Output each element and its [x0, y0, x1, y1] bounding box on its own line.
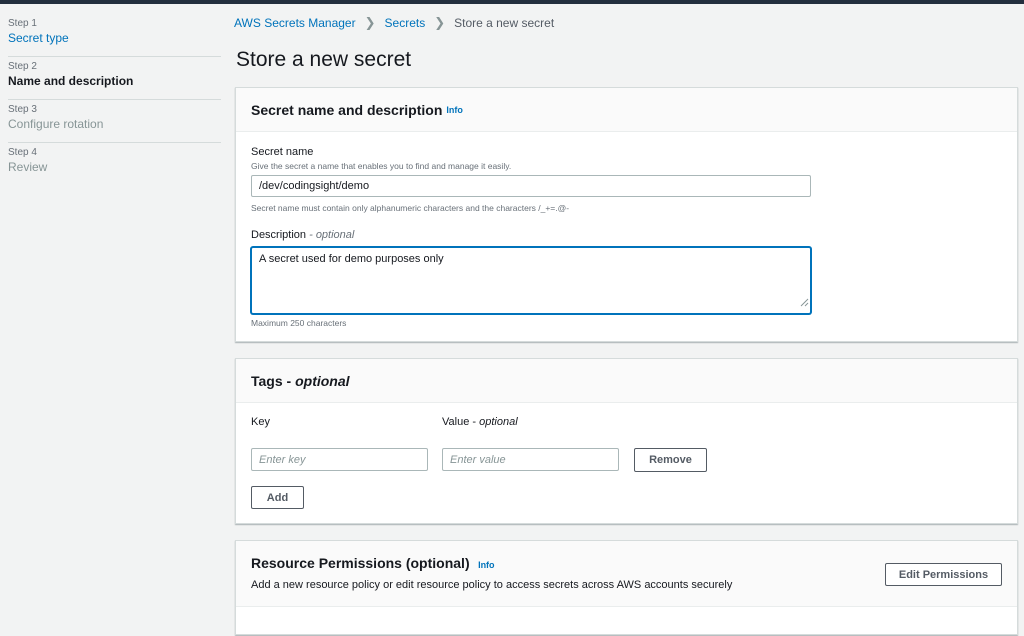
- panel-title: Tags - optional: [251, 373, 350, 389]
- step-number: Step 4: [8, 147, 37, 158]
- step-1[interactable]: Step 1 Secret type: [8, 14, 221, 57]
- panel-title: Secret name and description: [251, 101, 443, 118]
- secret-name-input[interactable]: [251, 175, 811, 197]
- breadcrumb: AWS Secrets Manager ❯ Secrets ❯ Store a …: [234, 15, 554, 31]
- chevron-right-icon: ❯: [434, 15, 446, 30]
- optional-marker: optional: [479, 416, 518, 428]
- step-number: Step 2: [8, 61, 37, 72]
- secret-name-panel: Secret name and description Info Secret …: [235, 87, 1018, 342]
- step-label-secret-type[interactable]: Secret type: [8, 30, 221, 46]
- tag-key-input[interactable]: [251, 448, 428, 471]
- page-title: Store a new secret: [236, 48, 412, 71]
- step-number: Step 3: [8, 104, 37, 115]
- step-2: Step 2 Name and description: [8, 57, 221, 100]
- description-label-text: Description: [251, 229, 307, 241]
- panel-header: Resource Permissions (optional) Info Add…: [236, 541, 1017, 607]
- step-label-configure-rotation: Configure rotation: [8, 117, 104, 131]
- tag-value-input[interactable]: [442, 448, 619, 471]
- edit-permissions-button[interactable]: Edit Permissions: [885, 563, 1002, 586]
- chevron-right-icon: ❯: [364, 15, 376, 30]
- panel-title: Resource Permissions (optional): [251, 555, 470, 571]
- breadcrumb-current: Store a new secret: [454, 16, 555, 30]
- key-column-label: Key: [251, 416, 270, 428]
- panel-header: Secret name and description Info: [236, 88, 1017, 132]
- wizard-steps: Step 1 Secret type Step 2 Name and descr…: [8, 14, 221, 186]
- optional-marker: optional: [295, 372, 350, 389]
- description-label: Description - optional: [251, 229, 354, 241]
- info-link[interactable]: Info: [478, 560, 495, 570]
- add-tag-button[interactable]: Add: [251, 486, 304, 509]
- optional-marker: - optional: [309, 229, 355, 241]
- description-textarea[interactable]: A secret used for demo purposes only: [251, 247, 811, 314]
- panel-header: Tags - optional: [236, 359, 1017, 403]
- value-label-text: Value -: [442, 416, 477, 428]
- value-column-label: Value - optional: [442, 416, 518, 428]
- breadcrumb-secrets-manager[interactable]: AWS Secrets Manager: [234, 16, 356, 30]
- tags-title-text: Tags -: [251, 372, 292, 389]
- description-constraint: Maximum 250 characters: [251, 318, 347, 328]
- tags-panel: Tags - optional Key Value - optional Rem…: [235, 358, 1018, 524]
- step-4: Step 4 Review: [8, 143, 221, 186]
- step-label-review: Review: [8, 160, 48, 174]
- secret-name-hint: Give the secret a name that enables you …: [251, 161, 512, 171]
- remove-tag-button[interactable]: Remove: [634, 448, 707, 472]
- step-label-name-and-description: Name and description: [8, 74, 134, 88]
- resize-grip-icon[interactable]: [800, 298, 809, 307]
- top-navigation-bar: [0, 0, 1024, 4]
- info-link[interactable]: Info: [446, 105, 463, 115]
- step-number: Step 1: [8, 18, 37, 29]
- step-3: Step 3 Configure rotation: [8, 100, 221, 143]
- secret-name-label: Secret name: [251, 146, 314, 158]
- secret-name-constraint: Secret name must contain only alphanumer…: [251, 203, 570, 213]
- resource-permissions-panel: Resource Permissions (optional) Info Add…: [235, 540, 1018, 635]
- breadcrumb-secrets[interactable]: Secrets: [385, 16, 426, 30]
